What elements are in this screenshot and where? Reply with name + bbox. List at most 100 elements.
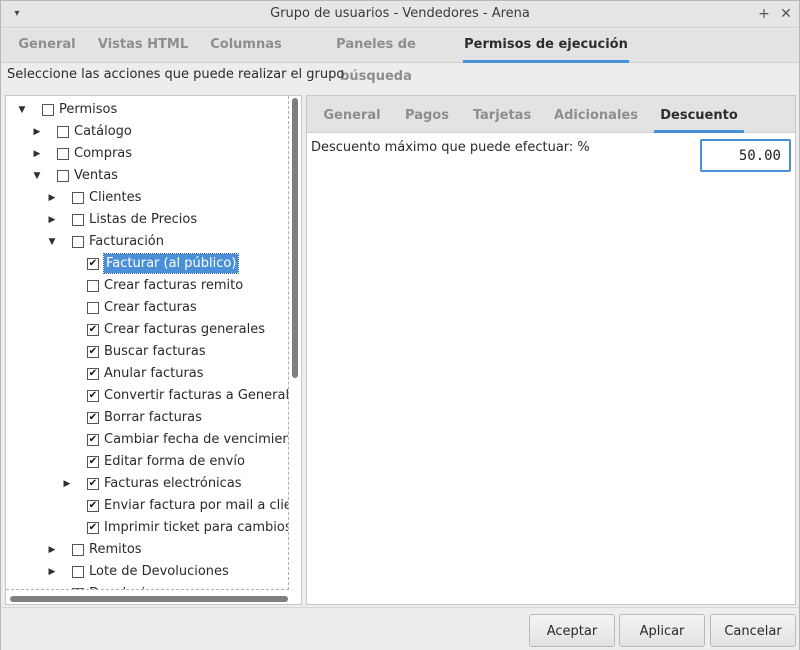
checkbox-unchecked[interactable] bbox=[72, 544, 84, 556]
tab-detail-descuento[interactable]: Descuento bbox=[654, 96, 744, 133]
checkbox-unchecked[interactable] bbox=[42, 104, 54, 116]
tree-item-label: Facturar (al público) bbox=[102, 253, 240, 274]
expander-collapsed-icon[interactable]: ▶ bbox=[45, 539, 59, 561]
title-bar[interactable]: ▾ Grupo de usuarios - Vendedores - Arena… bbox=[1, 1, 799, 28]
tree-viewport: ▼ Permisos ▶ Catálogo ▶ Compras ▼ Ventas ▶ Client… bbox=[6, 96, 289, 590]
checkbox-unchecked[interactable] bbox=[87, 280, 99, 292]
expander-collapsed-icon[interactable]: ▶ bbox=[30, 121, 44, 143]
tree-item[interactable]: ▶ Lote de Devoluciones bbox=[6, 561, 288, 583]
tab-general[interactable]: General bbox=[9, 29, 85, 63]
tree-item-label: Clientes bbox=[89, 190, 142, 205]
tree-item-label: Ventas bbox=[74, 168, 118, 183]
checkbox-checked[interactable]: ✔ bbox=[87, 500, 99, 512]
checkbox-checked[interactable]: ✔ bbox=[87, 478, 99, 490]
discount-input[interactable] bbox=[700, 139, 791, 172]
tree-item[interactable]: ▶ ✔ Facturas electrónicas bbox=[6, 473, 288, 495]
expander-expanded-icon[interactable]: ▼ bbox=[45, 231, 59, 253]
checkbox-unchecked[interactable] bbox=[72, 236, 84, 248]
tree-item-label: Listas de Precios bbox=[89, 212, 198, 227]
instruction-text: Seleccione las acciones que puede realiz… bbox=[7, 67, 345, 82]
checkbox-unchecked[interactable] bbox=[72, 588, 84, 589]
checkbox-checked[interactable]: ✔ bbox=[87, 390, 99, 402]
tree-item[interactable]: ✔ Cambiar fecha de vencimiento de bbox=[6, 429, 288, 451]
checkbox-checked[interactable]: ✔ bbox=[87, 522, 99, 534]
cancel-button[interactable]: Cancelar bbox=[710, 614, 796, 647]
tree-item[interactable]: Crear facturas remito bbox=[6, 275, 288, 297]
tree-item-label: Enviar factura por mail a cliente bbox=[104, 498, 288, 513]
tree-item[interactable]: ▼ Ventas bbox=[6, 165, 288, 187]
tree-item-label: Lote de Devoluciones bbox=[89, 564, 229, 579]
expander-collapsed-icon[interactable]: ▶ bbox=[45, 583, 59, 589]
tree-item[interactable]: ▶ Devoluciones bbox=[6, 583, 288, 589]
tree-item-label: Anular facturas bbox=[104, 366, 204, 381]
tree-item-label: Crear facturas generales bbox=[104, 322, 266, 337]
tab-detail-adicionales[interactable]: Adicionales bbox=[549, 96, 643, 133]
checkbox-unchecked[interactable] bbox=[57, 170, 69, 182]
tree-item-label: Crear facturas bbox=[104, 300, 197, 315]
tree-item-label: Imprimir ticket para cambios (re bbox=[104, 520, 289, 535]
close-icon[interactable]: ✕ bbox=[777, 5, 795, 23]
apply-button[interactable]: Aplicar bbox=[619, 614, 705, 647]
tab-detail-tarjetas[interactable]: Tarjetas bbox=[467, 96, 537, 133]
expander-expanded-icon[interactable]: ▼ bbox=[15, 99, 29, 121]
checkbox-unchecked[interactable] bbox=[57, 148, 69, 160]
tree-item-label: Facturación bbox=[89, 234, 164, 249]
tab-columnas[interactable]: Columnas bbox=[204, 29, 288, 63]
tree-item[interactable]: ▶ Listas de Precios bbox=[6, 209, 288, 231]
tree-item[interactable]: ✔ Anular facturas bbox=[6, 363, 288, 385]
expander-collapsed-icon[interactable]: ▶ bbox=[45, 209, 59, 231]
tree-item[interactable]: Crear facturas bbox=[6, 297, 288, 319]
vertical-scrollbar[interactable] bbox=[292, 98, 298, 378]
expander-collapsed-icon[interactable]: ▶ bbox=[45, 187, 59, 209]
tree-item-label: Compras bbox=[74, 146, 133, 161]
tab-vistas-html[interactable]: Vistas HTML bbox=[95, 29, 191, 63]
tab-detail-general[interactable]: General bbox=[319, 96, 385, 133]
tree-item[interactable]: ▶ Compras bbox=[6, 143, 288, 165]
checkbox-checked[interactable]: ✔ bbox=[87, 412, 99, 424]
tree-item-label: Borrar facturas bbox=[104, 410, 202, 425]
tab-paneles-busqueda[interactable]: Paneles de búsqueda bbox=[301, 29, 451, 84]
checkbox-unchecked[interactable] bbox=[57, 126, 69, 138]
tree-item[interactable]: ▼ Facturación bbox=[6, 231, 288, 253]
dialog-window: ▾ Grupo de usuarios - Vendedores - Arena… bbox=[0, 0, 800, 650]
checkbox-checked[interactable]: ✔ bbox=[87, 456, 99, 468]
tree-item[interactable]: ✔ Buscar facturas bbox=[6, 341, 288, 363]
detail-tabs: General Pagos Tarjetas Adicionales Descu… bbox=[307, 96, 795, 133]
tree-item[interactable]: ▼ Permisos bbox=[6, 99, 288, 121]
tree-item[interactable]: ✔ Facturar (al público) bbox=[6, 253, 288, 275]
window-title: Grupo de usuarios - Vendedores - Arena bbox=[270, 6, 530, 21]
checkbox-unchecked[interactable] bbox=[87, 302, 99, 314]
expander-collapsed-icon[interactable]: ▶ bbox=[60, 473, 74, 495]
checkbox-unchecked[interactable] bbox=[72, 214, 84, 226]
tab-permisos-ejecucion[interactable]: Permisos de ejecución bbox=[463, 29, 629, 63]
tree-item[interactable]: ▶ Clientes bbox=[6, 187, 288, 209]
expander-expanded-icon[interactable]: ▼ bbox=[30, 165, 44, 187]
checkbox-checked[interactable]: ✔ bbox=[87, 368, 99, 380]
tree-item[interactable]: ✔ Editar forma de envío bbox=[6, 451, 288, 473]
checkbox-checked[interactable]: ✔ bbox=[87, 258, 99, 270]
tree-item[interactable]: ✔ Imprimir ticket para cambios (re bbox=[6, 517, 289, 539]
tree-item[interactable]: ▶ Catálogo bbox=[6, 121, 288, 143]
checkbox-checked[interactable]: ✔ bbox=[87, 346, 99, 358]
horizontal-scrollbar[interactable] bbox=[10, 596, 288, 602]
tree-item[interactable]: ✔ Crear facturas generales bbox=[6, 319, 288, 341]
discount-label: Descuento máximo que puede efectuar: % bbox=[311, 140, 590, 155]
expander-collapsed-icon[interactable]: ▶ bbox=[30, 143, 44, 165]
accept-button[interactable]: Aceptar bbox=[529, 614, 615, 647]
expander-collapsed-icon[interactable]: ▶ bbox=[45, 561, 59, 583]
checkbox-checked[interactable]: ✔ bbox=[87, 434, 99, 446]
maximize-icon[interactable]: + bbox=[755, 5, 773, 23]
permission-detail-panel: General Pagos Tarjetas Adicionales Descu… bbox=[306, 95, 796, 605]
tree-item[interactable]: ✔ Enviar factura por mail a cliente bbox=[6, 495, 288, 517]
tree-item[interactable]: ✔ Borrar facturas bbox=[6, 407, 288, 429]
main-tabs: General Vistas HTML Columnas Paneles de … bbox=[1, 29, 799, 84]
checkbox-checked[interactable]: ✔ bbox=[87, 324, 99, 336]
tree-item-label: Convertir facturas a General bbox=[104, 388, 289, 403]
tree-item-label: Permisos bbox=[59, 102, 118, 117]
tree-item[interactable]: ▶ Remitos bbox=[6, 539, 288, 561]
checkbox-unchecked[interactable] bbox=[72, 192, 84, 204]
checkbox-unchecked[interactable] bbox=[72, 566, 84, 578]
tab-detail-pagos[interactable]: Pagos bbox=[397, 96, 457, 133]
permissions-tree[interactable]: ▼ Permisos ▶ Catálogo ▶ Compras ▼ Ventas ▶ Client… bbox=[5, 95, 302, 605]
tree-item[interactable]: ✔ Convertir facturas a General bbox=[6, 385, 289, 407]
